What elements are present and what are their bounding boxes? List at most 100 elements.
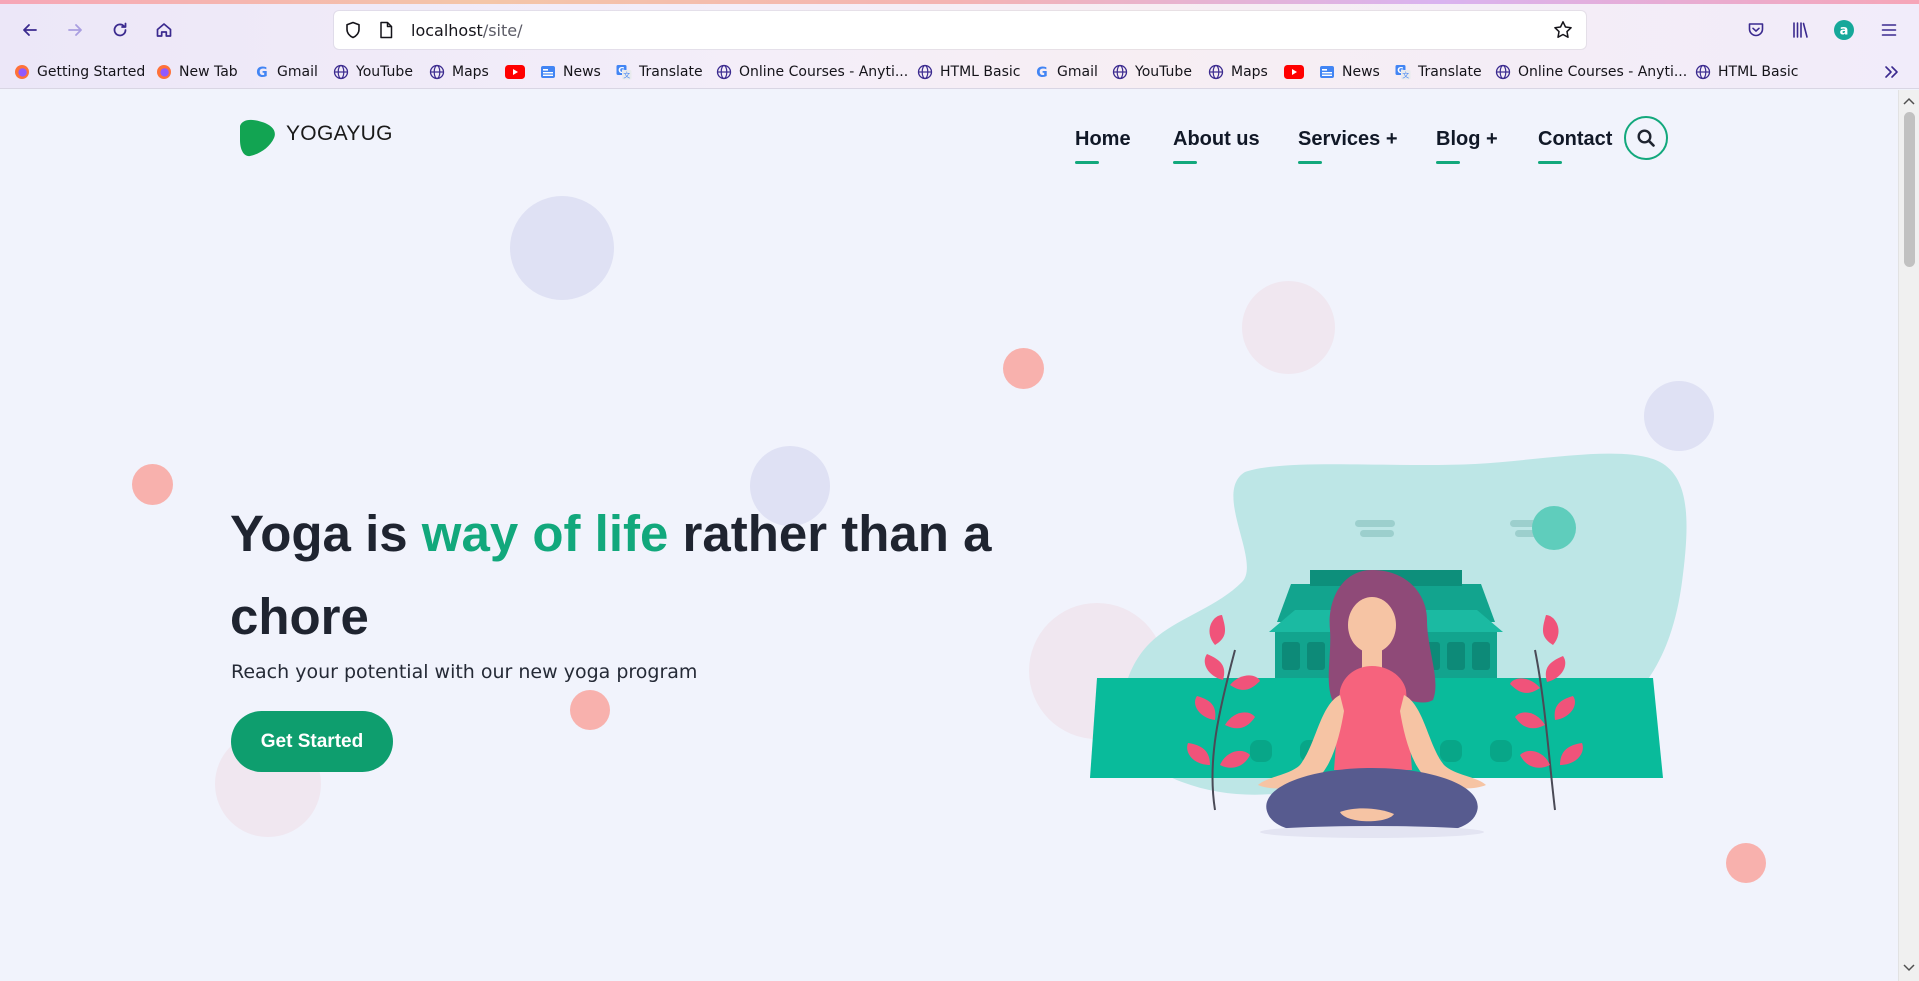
bookmark-item[interactable]: YouTube <box>1112 62 1192 82</box>
nav-underline <box>1075 161 1099 164</box>
nav-label: About us <box>1173 128 1260 150</box>
translate-icon: G文 <box>616 64 632 80</box>
reload-button[interactable] <box>104 14 136 46</box>
browser-toolbar: localhost/site/ a Getting Started New Ta… <box>0 0 1919 89</box>
scrollbar-thumb[interactable] <box>1904 112 1915 267</box>
yoga-meditation-illustration <box>1090 453 1687 838</box>
tank-top <box>1334 666 1412 770</box>
library-icon <box>1793 22 1808 38</box>
bookmark-label: Maps <box>1231 64 1268 80</box>
firefox-icon <box>156 64 172 80</box>
bookmark-item[interactable]: Online Courses - Anyti... <box>716 62 908 82</box>
bookmark-item[interactable]: G Gmail <box>1034 62 1098 82</box>
address-bar[interactable]: localhost/site/ <box>334 11 1586 49</box>
bookmark-item[interactable]: G文 Translate <box>616 62 703 82</box>
translate-icon: G文 <box>1395 64 1411 80</box>
leaf-logo-icon <box>240 119 275 157</box>
star-bookmark-icon[interactable] <box>1552 19 1574 41</box>
nav-services[interactable]: Services + <box>1298 128 1398 164</box>
bookmark-label: Translate <box>1418 64 1482 80</box>
bookmark-label: Maps <box>452 64 489 80</box>
bookmark-item[interactable]: Maps <box>1208 62 1268 82</box>
bookmark-item[interactable]: Getting Started <box>14 62 145 82</box>
site-logo[interactable]: YOGAYUG <box>236 116 393 160</box>
pocket-icon <box>1748 23 1764 37</box>
nav-underline <box>1173 161 1197 164</box>
bookmark-label: HTML Basic <box>1718 64 1799 80</box>
decor-bubble <box>132 464 173 505</box>
bookmark-label: News <box>563 64 601 80</box>
pocket-button[interactable] <box>1740 14 1772 46</box>
shield-icon[interactable] <box>343 20 363 40</box>
globe-icon <box>333 64 349 80</box>
bookmark-item[interactable]: New Tab <box>156 62 238 82</box>
back-button[interactable] <box>14 14 46 46</box>
globe-icon <box>1112 64 1128 80</box>
get-started-button[interactable]: Get Started <box>231 711 393 772</box>
nav-label: Contact <box>1538 128 1613 150</box>
bookmark-item[interactable]: Online Courses - Anyti... <box>1495 62 1687 82</box>
nav-blog[interactable]: Blog + <box>1436 128 1498 164</box>
scroll-up-icon[interactable] <box>1903 96 1915 106</box>
home-button[interactable] <box>148 14 180 46</box>
bookmark-item[interactable]: Maps <box>429 62 489 82</box>
svg-text:a: a <box>1840 24 1849 39</box>
bookmark-item[interactable] <box>1284 62 1311 82</box>
scroll-down-icon[interactable] <box>1903 963 1915 973</box>
news-icon <box>1319 64 1335 80</box>
globe-icon <box>716 64 732 80</box>
reload-icon <box>113 22 127 37</box>
bookmark-item[interactable]: YouTube <box>333 62 413 82</box>
svg-text:G: G <box>1036 65 1048 80</box>
svg-text:G: G <box>256 65 268 80</box>
globe-icon <box>917 64 933 80</box>
nav-about-us[interactable]: About us <box>1173 128 1260 164</box>
bookmark-label: News <box>1342 64 1380 80</box>
page-icon[interactable] <box>376 20 396 40</box>
globe-icon <box>1495 64 1511 80</box>
account-avatar-icon: a <box>1834 20 1854 40</box>
decor-bubble <box>510 196 614 300</box>
bookmark-item[interactable]: HTML Basic <box>917 62 1020 82</box>
bookmark-label: Online Courses - Anyti... <box>1518 64 1688 80</box>
decor-bubble <box>570 690 610 730</box>
bookmarks-overflow-button[interactable] <box>1883 62 1901 82</box>
sun-circle <box>1532 506 1576 550</box>
svg-text:文: 文 <box>623 71 630 80</box>
bookmark-label: Gmail <box>277 64 318 80</box>
search-button[interactable] <box>1624 116 1668 160</box>
face-shape <box>1348 597 1396 653</box>
bookmark-label: HTML Basic <box>940 64 1021 80</box>
hero-title-part1: Yoga is <box>230 505 422 562</box>
nav-underline <box>1538 161 1562 164</box>
nav-underline <box>1436 161 1460 164</box>
account-button[interactable]: a <box>1828 14 1860 46</box>
library-button[interactable] <box>1784 14 1816 46</box>
double-chevron-icon <box>1885 66 1898 78</box>
bookmark-item[interactable]: News <box>1319 62 1380 82</box>
nav-home[interactable]: Home <box>1075 128 1131 164</box>
hero-title: Yoga is way of life rather than a chore <box>230 492 1010 658</box>
bookmark-item[interactable]: HTML Basic <box>1695 62 1798 82</box>
forward-button[interactable] <box>59 14 91 46</box>
youtube-icon <box>1284 64 1304 80</box>
vertical-scrollbar[interactable] <box>1898 90 1919 981</box>
forward-arrow-icon <box>68 24 82 36</box>
bookmark-item[interactable] <box>505 62 532 82</box>
hero-title-accent: way of life <box>421 505 669 562</box>
bookmarks-toolbar: Getting Started New Tab G Gmail YouTube … <box>0 58 1919 86</box>
google-icon: G <box>254 64 270 80</box>
logo-text: YOGAYUG <box>286 122 393 145</box>
nav-contact[interactable]: Contact <box>1538 128 1613 164</box>
hamburger-menu-icon <box>1881 24 1897 36</box>
web-page: YOGAYUG Home About us Services + Blog + … <box>0 90 1898 981</box>
bookmark-item[interactable]: G Gmail <box>254 62 318 82</box>
nav-label: Blog + <box>1436 128 1498 150</box>
bookmark-item[interactable]: G文 Translate <box>1395 62 1482 82</box>
bookmark-item[interactable]: News <box>540 62 601 82</box>
menu-button[interactable] <box>1873 14 1905 46</box>
url-text[interactable]: localhost/site/ <box>411 21 523 40</box>
bookmark-label: Online Courses - Anyti... <box>739 64 909 80</box>
bookmark-label: New Tab <box>179 64 238 80</box>
cloud-shape <box>1360 530 1394 537</box>
